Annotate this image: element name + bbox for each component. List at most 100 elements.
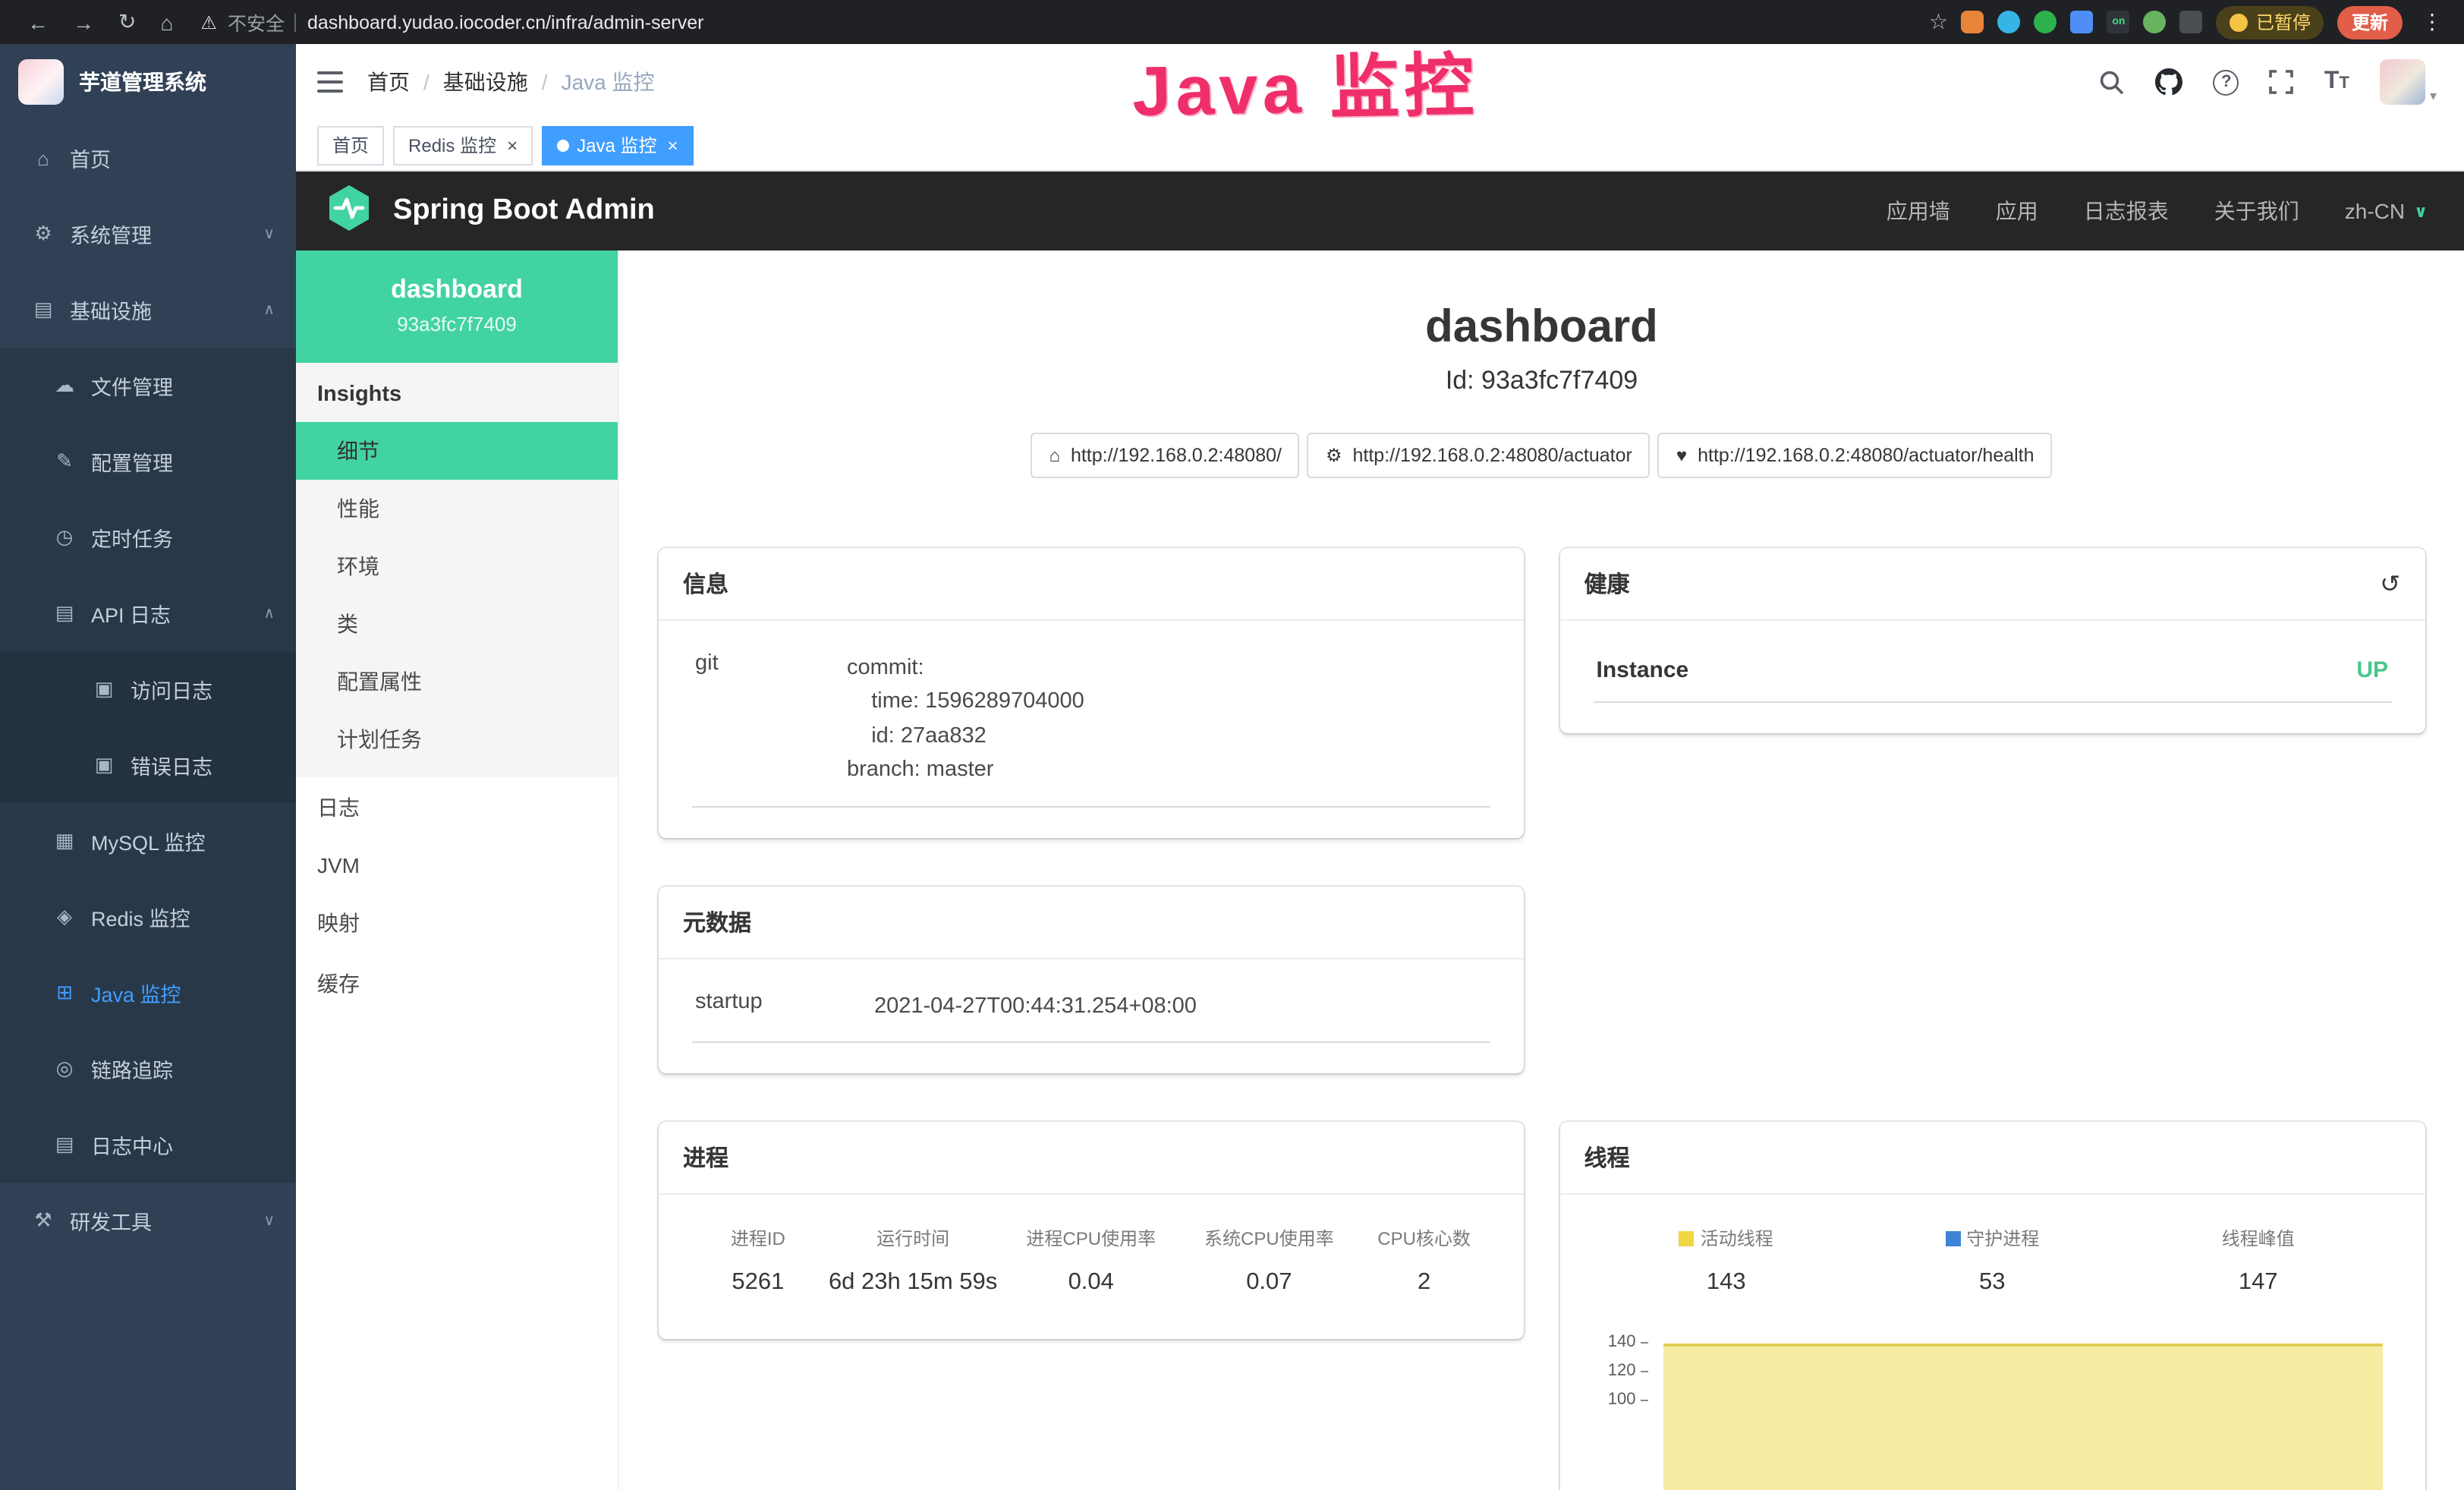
close-icon[interactable]: × <box>507 134 518 156</box>
chevron-up-icon: ∧ <box>263 301 275 318</box>
back-button[interactable]: ← <box>15 10 61 34</box>
extension-icon[interactable] <box>1998 11 2021 33</box>
link-label: http://192.168.0.2:48080/actuator/health <box>1698 445 2034 466</box>
sba-item-details[interactable]: 细节 <box>296 422 618 480</box>
sidebar-item-home[interactable]: ⌂ 首页 <box>0 120 296 196</box>
sba-item-logfile[interactable]: 日志 <box>296 777 618 838</box>
close-icon[interactable]: × <box>667 134 678 156</box>
sba-item-caches[interactable]: 缓存 <box>296 953 618 1014</box>
sba-nav-about[interactable]: 关于我们 <box>2214 196 2299 226</box>
active-dot <box>557 139 569 151</box>
y-axis-tick: 100 <box>1594 1391 1648 1410</box>
browser-toolbar-right: ☆ on 已暂停 更新 ⋮ <box>1929 5 2449 39</box>
eye-icon: ◎ <box>52 1057 77 1081</box>
sba-item-metrics[interactable]: 性能 <box>296 480 618 537</box>
address-separator <box>295 13 297 31</box>
card-title: 信息 <box>659 548 1524 621</box>
bookmark-star-icon[interactable]: ☆ <box>1929 9 1948 35</box>
sba-item-scheduled-tasks[interactable]: 计划任务 <box>296 710 618 768</box>
sidebar-item-config-management[interactable]: ✎ 配置管理 <box>0 424 296 499</box>
sidebar-item-log-center[interactable]: ▤ 日志中心 <box>0 1107 296 1183</box>
extension-icon[interactable] <box>2034 11 2057 33</box>
tab-java-monitor[interactable]: Java 监控 × <box>542 125 693 165</box>
breadcrumb-home[interactable]: 首页 <box>367 67 410 97</box>
sidebar-item-java-monitor[interactable]: ⊞ Java 监控 <box>0 955 296 1031</box>
puzzle-extension-icon[interactable] <box>2180 11 2203 33</box>
metric-pid: 进程ID 5261 <box>692 1226 824 1297</box>
link-label: http://192.168.0.2:48080/actuator <box>1353 445 1632 466</box>
instance-id-line: Id: 93a3fc7f7409 <box>659 366 2425 396</box>
tab-home[interactable]: 首页 <box>317 125 384 165</box>
fullscreen-icon[interactable] <box>2270 70 2294 94</box>
sidebar-item-redis-monitor[interactable]: ◈ Redis 监控 <box>0 879 296 955</box>
instance-header[interactable]: dashboard 93a3fc7f7409 <box>296 250 618 363</box>
font-size-icon[interactable]: TT <box>2324 68 2349 96</box>
reload-button[interactable]: ↻ <box>106 9 148 35</box>
user-menu[interactable]: ▾ <box>2380 59 2437 105</box>
sba-item-configprops[interactable]: 配置属性 <box>296 653 618 710</box>
actuator-url-link[interactable]: ⚙ http://192.168.0.2:48080/actuator <box>1308 433 1651 478</box>
health-url-link[interactable]: ♥ http://192.168.0.2:48080/actuator/heal… <box>1658 433 2053 478</box>
sba-item-environment[interactable]: 环境 <box>296 537 618 595</box>
legend-live-threads: 活动线程 143 <box>1594 1226 1860 1297</box>
sidebar-item-label: Java 监控 <box>91 978 181 1008</box>
extension-on-badge-icon[interactable]: on <box>2107 11 2130 33</box>
cards-grid: 信息 git commit: time: 1596289704000 id: 2… <box>659 548 2425 1490</box>
help-icon[interactable]: ? <box>2214 69 2239 95</box>
sba-item-mappings[interactable]: 映射 <box>296 893 618 953</box>
y-axis-tick: 140 <box>1594 1334 1648 1352</box>
history-icon[interactable]: ↺ <box>2380 569 2400 599</box>
search-icon[interactable] <box>2100 69 2126 95</box>
sba-item-classes[interactable]: 类 <box>296 595 618 653</box>
info-value: commit: time: 1596289704000 id: 27aa832 … <box>847 651 1084 788</box>
sba-nav-journal[interactable]: 日志报表 <box>2084 196 2169 226</box>
instance-name: dashboard <box>308 275 606 305</box>
app-window: 芋道管理系统 ⌂ 首页 ⚙ 系统管理 ∨ ▤ 基础设施 ∧ ☁ 文件管理 ✎ <box>0 44 2464 1490</box>
header-actions: ? TT ▾ <box>2100 59 2437 105</box>
app-logo-row[interactable]: 芋道管理系统 <box>0 44 296 120</box>
gear-icon: ⚙ <box>30 222 56 246</box>
breadcrumb-section[interactable]: 基础设施 <box>443 67 528 97</box>
sidebar-item-api-log[interactable]: ▤ API 日志 ∧ <box>0 575 296 651</box>
chevron-down-icon: ∨ <box>263 225 275 242</box>
sidebar-item-label: 系统管理 <box>70 219 152 249</box>
sba-nav-applications[interactable]: 应用 <box>1996 196 2038 226</box>
sidebar-item-trace[interactable]: ◎ 链路追踪 <box>0 1031 296 1107</box>
sidebar-item-scheduled-jobs[interactable]: ◷ 定时任务 <box>0 499 296 575</box>
sba-item-jvm[interactable]: JVM <box>296 838 618 893</box>
forward-button[interactable]: → <box>61 10 106 34</box>
sidebar-item-access-log[interactable]: ▣ 访问日志 <box>0 651 296 727</box>
sidebar-item-error-log[interactable]: ▣ 错误日志 <box>0 727 296 803</box>
service-url-link[interactable]: ⌂ http://192.168.0.2:48080/ <box>1031 433 1300 478</box>
sidebar-item-infra[interactable]: ▤ 基础设施 ∧ <box>0 272 296 348</box>
browser-home-button[interactable]: ⌂ <box>148 10 185 34</box>
wrench-icon: ⚙ <box>1326 445 1342 466</box>
github-icon[interactable] <box>2156 68 2183 96</box>
sidebar-item-system[interactable]: ⚙ 系统管理 ∨ <box>0 196 296 272</box>
browser-menu-icon[interactable]: ⋮ <box>2415 9 2449 35</box>
sidebar-item-file-management[interactable]: ☁ 文件管理 <box>0 348 296 424</box>
extension-icon[interactable] <box>2144 11 2167 33</box>
breadcrumb-separator: / <box>542 70 548 94</box>
sidebar-item-label: 错误日志 <box>131 750 212 780</box>
extension-icon[interactable] <box>2071 11 2094 33</box>
extension-icon[interactable] <box>1962 11 1984 33</box>
collapse-sidebar-button[interactable] <box>317 71 343 93</box>
metric-cpu-cores: CPU核心数 2 <box>1358 1226 1490 1297</box>
metric-system-cpu: 系统CPU使用率 0.07 <box>1180 1226 1358 1297</box>
paused-extension-badge[interactable]: 已暂停 <box>2217 5 2324 39</box>
clock-icon: ◷ <box>52 525 77 550</box>
sba-nav-wall[interactable]: 应用墙 <box>1887 196 1950 226</box>
address-bar[interactable]: ⚠ 不安全 dashboard.yudao.iocoder.cn/infra/a… <box>200 8 703 36</box>
browser-update-button[interactable]: 更新 <box>2338 5 2402 39</box>
legend-yellow-swatch <box>1679 1231 1695 1246</box>
browser-chrome: ← → ↻ ⌂ ⚠ 不安全 dashboard.yudao.iocoder.cn… <box>0 0 2464 44</box>
sidebar-item-dev-tools[interactable]: ⚒ 研发工具 ∨ <box>0 1183 296 1258</box>
tab-redis-monitor[interactable]: Redis 监控 × <box>393 125 533 165</box>
spring-boot-admin-frame: Spring Boot Admin 应用墙 应用 日志报表 关于我们 zh-CN… <box>296 172 2464 1490</box>
sidebar-item-label: 配置管理 <box>91 446 173 477</box>
sidebar-item-label: MySQL 监控 <box>91 826 206 856</box>
locale-selector[interactable]: zh-CN ∨ <box>2345 199 2428 223</box>
sidebar-item-mysql-monitor[interactable]: ▦ MySQL 监控 <box>0 803 296 879</box>
breadcrumb-separator: / <box>423 70 430 94</box>
